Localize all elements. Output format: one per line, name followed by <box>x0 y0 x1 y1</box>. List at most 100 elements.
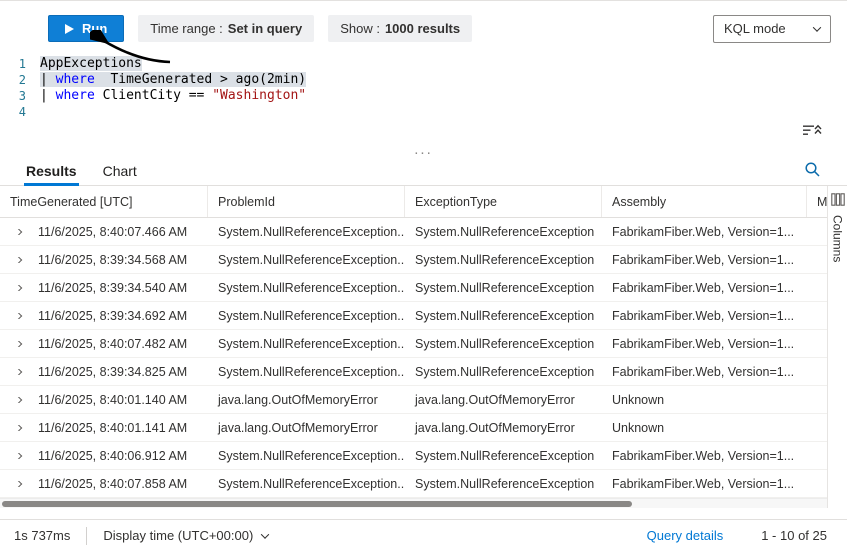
row-expand-cell[interactable] <box>0 228 30 235</box>
cell-assembly: FabrikamFiber.Web, Version=1... <box>612 448 795 463</box>
table-row[interactable]: 11/6/2025, 8:39:34.568 AM System.NullRefe… <box>0 246 827 274</box>
cell-problemid: System.NullReferenceException... <box>218 476 405 491</box>
column-header-m[interactable]: M <box>807 186 827 217</box>
code-line: | where ClientCity == "Washington" <box>40 88 306 104</box>
cell-exceptiontype: System.NullReferenceException <box>415 252 595 267</box>
kql-query-editor[interactable]: 1 AppExceptions 2 | where TimeGenerated > a… <box>0 56 847 144</box>
table-row[interactable]: 11/6/2025, 8:40:07.482 AM System.NullRefe… <box>0 330 827 358</box>
cell-problemid: System.NullReferenceException... <box>218 224 405 239</box>
code-token: 2min <box>266 72 299 87</box>
cell-timegenerated: 11/6/2025, 8:40:01.141 AM <box>38 420 188 435</box>
cell-timegenerated: 11/6/2025, 8:39:34.540 AM <box>38 280 188 295</box>
resize-dots: ... <box>414 141 433 158</box>
tab-chart[interactable]: Chart <box>101 156 139 186</box>
code-token: where <box>55 72 95 87</box>
collapse-editor-icon[interactable] <box>802 123 822 138</box>
cell-timegenerated: 11/6/2025, 8:40:07.466 AM <box>38 224 188 239</box>
cell-timegenerated: 11/6/2025, 8:40:07.858 AM <box>38 476 188 491</box>
row-expand-cell[interactable] <box>0 424 30 431</box>
columns-side-panel[interactable]: Columns <box>827 186 847 508</box>
run-button-label: Run <box>82 21 108 36</box>
kql-mode-dropdown[interactable]: KQL mode <box>713 14 831 43</box>
results-tab-bar: Results Chart <box>0 156 847 186</box>
cell-problemid: System.NullReferenceException... <box>218 280 405 295</box>
horizontal-scrollbar-thumb[interactable] <box>2 501 632 507</box>
show-results-picker[interactable]: Show : 1000 results <box>328 15 473 42</box>
code-token: | <box>40 72 56 87</box>
line-number: 2 <box>18 73 26 87</box>
table-row[interactable]: 11/6/2025, 8:39:34.692 AM System.NullRefe… <box>0 302 827 330</box>
row-expand-cell[interactable] <box>0 312 30 319</box>
table-row[interactable]: 11/6/2025, 8:40:07.466 AM System.NullRefe… <box>0 218 827 246</box>
column-header-exceptiontype[interactable]: ExceptionType <box>405 186 602 217</box>
row-expand-cell[interactable] <box>0 256 30 263</box>
table-row[interactable]: 11/6/2025, 8:39:34.540 AM System.NullRefe… <box>0 274 827 302</box>
cell-exceptiontype: System.NullReferenceException <box>415 308 595 323</box>
row-expand-cell[interactable] <box>0 340 30 347</box>
tab-list: Results Chart <box>24 156 161 186</box>
row-expand-cell[interactable] <box>0 284 30 291</box>
columns-panel-label[interactable]: Columns <box>831 215 845 262</box>
row-expand-cell[interactable] <box>0 396 30 403</box>
editor-line[interactable]: 4 <box>0 104 847 120</box>
cell-problemid: System.NullReferenceException... <box>218 364 405 379</box>
cell-problemid: System.NullReferenceException... <box>218 252 405 267</box>
search-button[interactable] <box>802 159 823 183</box>
table-row[interactable]: 11/6/2025, 8:40:06.912 AM System.NullRefe… <box>0 442 827 470</box>
cell-exceptiontype: System.NullReferenceException <box>415 224 595 239</box>
code-token: | <box>40 88 56 103</box>
cell-problemid: System.NullReferenceException... <box>218 308 405 323</box>
tab-results[interactable]: Results <box>24 156 79 186</box>
chevron-right-icon <box>13 424 23 431</box>
chevron-right-icon <box>13 256 23 263</box>
cell-assembly: FabrikamFiber.Web, Version=1... <box>612 476 795 491</box>
kql-mode-label: KQL mode <box>724 21 786 36</box>
status-bar: 1s 737ms Display time (UTC+00:00) Query … <box>0 519 847 551</box>
row-expand-cell[interactable] <box>0 452 30 459</box>
query-details-link[interactable]: Query details <box>647 528 724 543</box>
code-token: AppExceptions <box>40 56 142 71</box>
row-expand-cell[interactable] <box>0 480 30 487</box>
column-header-problemid[interactable]: ProblemId <box>208 186 405 217</box>
bottom-gap <box>0 508 847 519</box>
line-number: 1 <box>18 57 26 71</box>
table-header: TimeGenerated [UTC] ProblemId ExceptionTyp… <box>0 186 827 218</box>
line-number: 4 <box>18 105 26 119</box>
editor-line[interactable]: 1 AppExceptions <box>0 56 847 72</box>
display-time-dropdown[interactable]: Display time (UTC+00:00) <box>103 528 270 543</box>
cell-timegenerated: 11/6/2025, 8:39:34.825 AM <box>38 364 188 379</box>
column-header-timegenerated-utc[interactable]: TimeGenerated [UTC] <box>0 186 208 217</box>
panel-resize-handle[interactable]: ... <box>0 141 847 158</box>
cell-exceptiontype: java.lang.OutOfMemoryError <box>415 392 575 407</box>
cell-assembly: Unknown <box>612 392 665 407</box>
time-range-picker[interactable]: Time range : Set in query <box>138 15 315 42</box>
table-row[interactable]: 11/6/2025, 8:40:07.858 AM System.NullRefe… <box>0 470 827 498</box>
cell-timegenerated: 11/6/2025, 8:40:01.140 AM <box>38 392 188 407</box>
table-row[interactable]: 11/6/2025, 8:40:01.141 AM java.lang.OutOf… <box>0 414 827 442</box>
cell-timegenerated: 11/6/2025, 8:39:34.692 AM <box>38 308 188 323</box>
query-toolbar: Run Time range : Set in query Show : 100… <box>0 0 847 56</box>
chevron-right-icon <box>13 312 23 319</box>
cell-exceptiontype: System.NullReferenceException <box>415 280 595 295</box>
table-row[interactable]: 11/6/2025, 8:40:01.140 AM java.lang.OutOf… <box>0 386 827 414</box>
chevron-right-icon <box>13 368 23 375</box>
table-row[interactable]: 11/6/2025, 8:39:34.825 AM System.NullRefe… <box>0 358 827 386</box>
cell-assembly: FabrikamFiber.Web, Version=1... <box>612 224 795 239</box>
query-duration: 1s 737ms <box>14 528 71 543</box>
chevron-right-icon <box>13 340 23 347</box>
horizontal-scrollbar[interactable] <box>0 498 827 508</box>
column-header-assembly[interactable]: Assembly <box>602 186 807 217</box>
cell-assembly: Unknown <box>612 420 665 435</box>
code-token: ClientCity == <box>94 88 213 103</box>
time-range-label: Time range : <box>150 21 223 36</box>
line-number: 3 <box>18 89 26 103</box>
cell-exceptiontype: java.lang.OutOfMemoryError <box>415 420 575 435</box>
cell-timegenerated: 11/6/2025, 8:40:07.482 AM <box>38 336 188 351</box>
run-button[interactable]: Run <box>48 15 125 42</box>
editor-line[interactable]: 3 | where ClientCity == "Washington" <box>0 88 847 104</box>
row-expand-cell[interactable] <box>0 368 30 375</box>
chevron-right-icon <box>13 396 23 403</box>
cell-problemid: System.NullReferenceException... <box>218 336 405 351</box>
display-time-label: Display time (UTC+00:00) <box>103 528 254 543</box>
editor-line[interactable]: 2 | where TimeGenerated > ago(2min) <box>0 72 847 88</box>
